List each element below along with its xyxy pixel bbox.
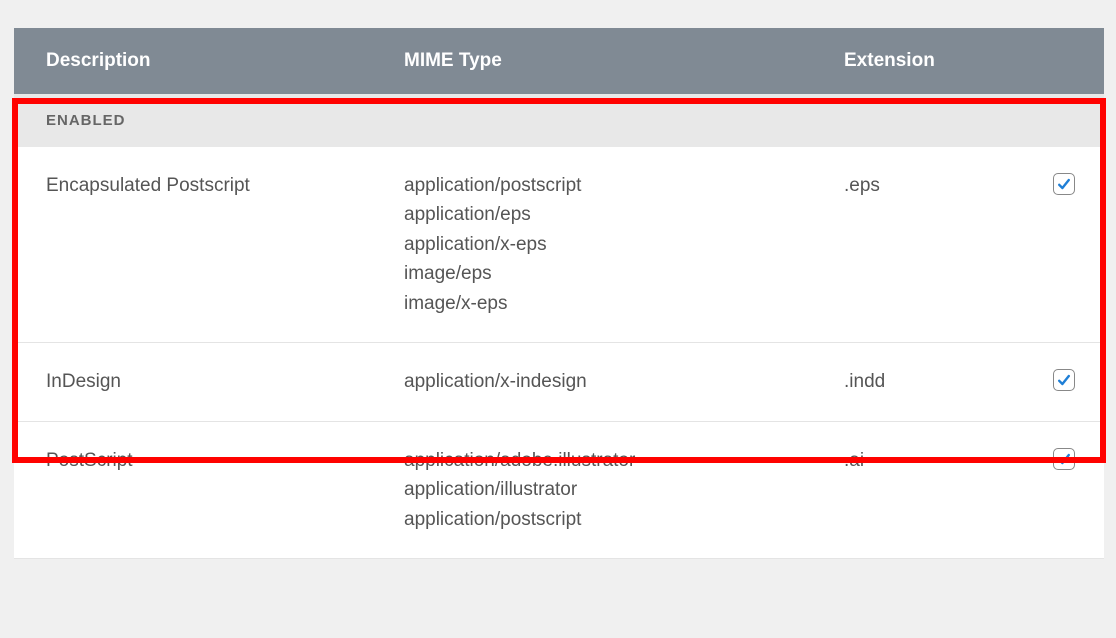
column-header-mime: MIME Type	[404, 50, 844, 72]
enable-checkbox[interactable]	[1053, 448, 1075, 470]
check-icon	[1056, 176, 1072, 192]
enable-checkbox[interactable]	[1053, 369, 1075, 391]
check-icon	[1056, 372, 1072, 388]
table-header-row: Description MIME Type Extension	[14, 28, 1104, 94]
cell-description: Encapsulated Postscript	[14, 171, 404, 318]
cell-description: PostScript	[14, 446, 404, 534]
table-row: Encapsulated Postscript application/post…	[14, 147, 1104, 343]
column-header-checkbox	[1024, 50, 1104, 72]
column-header-description: Description	[14, 50, 404, 72]
column-header-extension: Extension	[844, 50, 1024, 72]
check-icon	[1056, 451, 1072, 467]
cell-mime: application/postscriptapplication/epsapp…	[404, 171, 844, 318]
file-types-table: Description MIME Type Extension ENABLED …	[14, 28, 1104, 559]
table-row: PostScript application/adobe.illustrator…	[14, 422, 1104, 559]
cell-mime: application/x-indesign	[404, 367, 844, 396]
cell-extension: .ai	[844, 446, 1024, 534]
cell-mime: application/adobe.illustratorapplication…	[404, 446, 844, 534]
enable-checkbox[interactable]	[1053, 173, 1075, 195]
cell-extension: .eps	[844, 171, 1024, 318]
table-row: InDesign application/x-indesign .indd	[14, 343, 1104, 421]
cell-description: InDesign	[14, 367, 404, 396]
cell-extension: .indd	[844, 367, 1024, 396]
section-label-enabled: ENABLED	[14, 94, 1104, 147]
